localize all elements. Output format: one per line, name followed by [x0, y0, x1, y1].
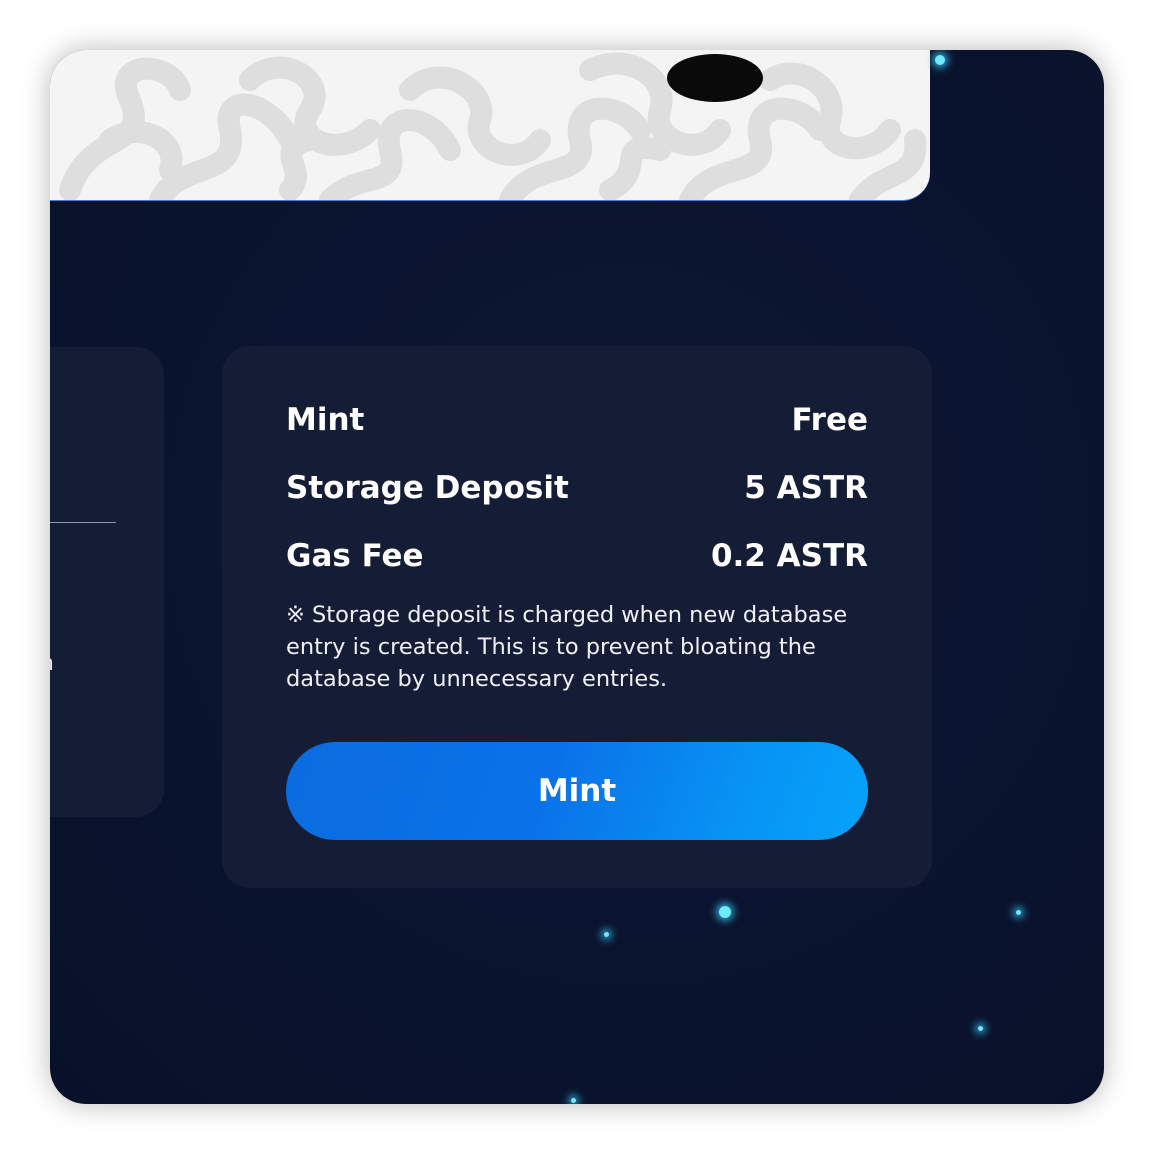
mint-fee-card: Mint Free Storage Deposit 5 ASTR Gas Fee… [222, 346, 932, 888]
fee-label-storage-deposit: Storage Deposit [286, 470, 569, 506]
decorative-star [719, 906, 731, 918]
fee-row-mint: Mint Free [286, 400, 868, 440]
nft-preview-image [50, 50, 930, 201]
fee-row-gas-fee: Gas Fee 0.2 ASTR [286, 536, 868, 576]
fee-label-mint: Mint [286, 402, 365, 438]
fee-row-storage-deposit: Storage Deposit 5 ASTR [286, 468, 868, 508]
fee-value-storage-deposit: 5 ASTR [744, 470, 868, 506]
side-panel: n [50, 347, 164, 817]
fee-label-gas-fee: Gas Fee [286, 538, 424, 574]
storage-deposit-note: ※ Storage deposit is charged when new da… [286, 602, 848, 692]
decorative-star [935, 55, 945, 65]
decorative-star [604, 932, 609, 937]
mint-screen: n Mint Free Storage Deposit 5 ASTR Gas F… [50, 50, 1104, 1104]
decorative-star [978, 1026, 983, 1031]
nft-pattern [59, 52, 927, 200]
decorative-star [1016, 910, 1021, 915]
fee-value-gas-fee: 0.2 ASTR [710, 538, 868, 574]
side-panel-divider [50, 522, 116, 523]
fee-value-mint: Free [791, 402, 868, 438]
side-panel-partial-text: n [50, 654, 52, 674]
mint-button[interactable]: Mint [286, 742, 868, 840]
decorative-star [571, 1098, 576, 1103]
